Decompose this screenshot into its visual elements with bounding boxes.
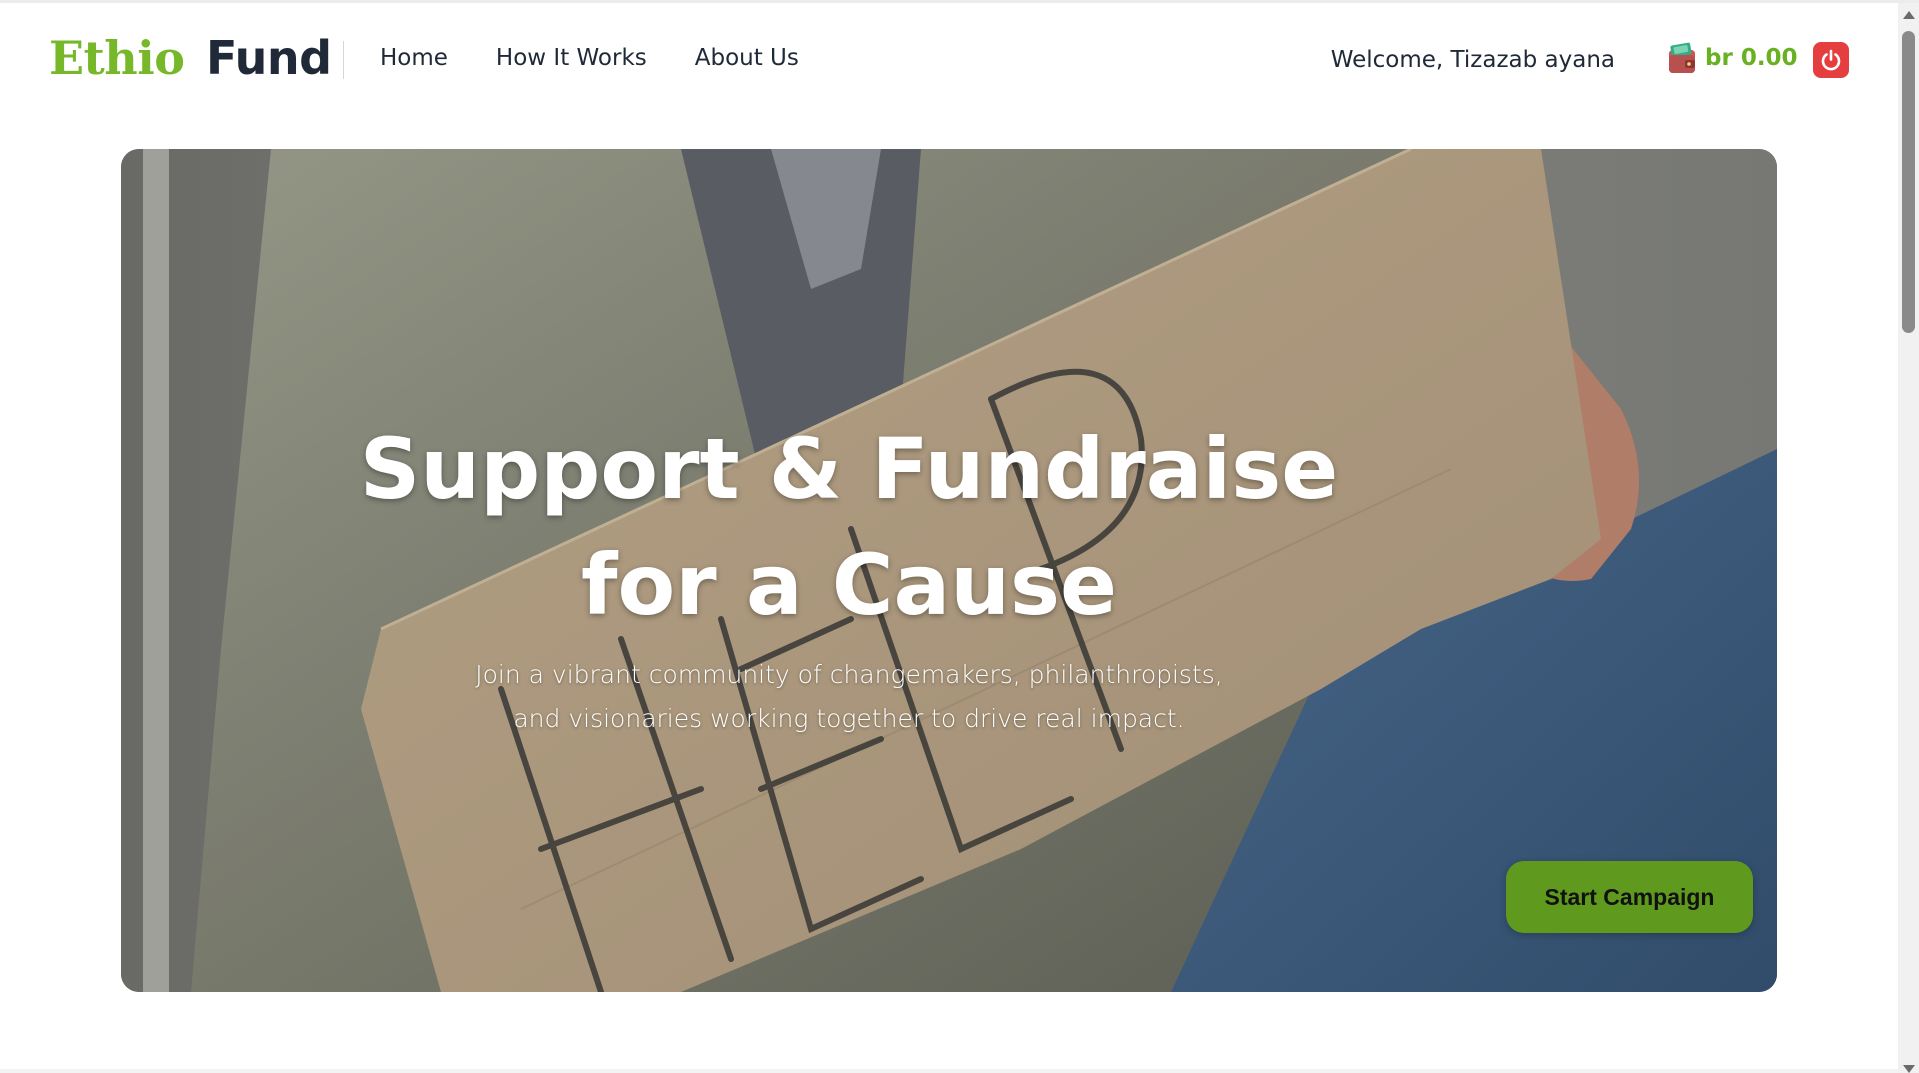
page-bottom-edge xyxy=(0,1069,1898,1073)
welcome-message: Welcome, Tizazab ayana xyxy=(1330,47,1615,73)
nav-link-about-us[interactable]: About Us xyxy=(695,45,799,71)
power-icon xyxy=(1821,49,1841,71)
wallet-amount: br 0.00 xyxy=(1705,45,1798,71)
nav-link-how-it-works[interactable]: How It Works xyxy=(496,45,647,71)
navbar: Ethio Fund Home How It Works About Us We… xyxy=(0,3,1898,115)
logo-text-ethio: Ethio xyxy=(49,31,185,85)
nav-link-home[interactable]: Home xyxy=(380,45,448,71)
main-nav: Home How It Works About Us xyxy=(380,45,799,71)
logo[interactable]: Ethio Fund xyxy=(49,31,332,85)
hero-subtitle: Join a vibrant community of changemakers… xyxy=(475,660,1223,733)
hero-title: Support & Fundraise for a Cause xyxy=(359,420,1339,634)
logout-button[interactable] xyxy=(1813,42,1849,78)
scrollbar-thumb[interactable] xyxy=(1902,31,1915,333)
page: Ethio Fund Home How It Works About Us We… xyxy=(0,0,1919,1073)
scroll-down-arrow-icon[interactable] xyxy=(1903,1065,1915,1073)
wallet-icon xyxy=(1667,41,1697,75)
nav-divider xyxy=(343,41,344,79)
scroll-up-arrow-icon[interactable] xyxy=(1903,11,1915,19)
logo-text-fund: Fund xyxy=(205,31,332,85)
vertical-scrollbar[interactable] xyxy=(1898,3,1919,1073)
start-campaign-button[interactable]: Start Campaign xyxy=(1506,861,1753,933)
wallet-balance-button[interactable]: br 0.00 xyxy=(1667,41,1798,75)
hero-banner: Support & Fundraise for a Cause Join a v… xyxy=(121,149,1777,992)
